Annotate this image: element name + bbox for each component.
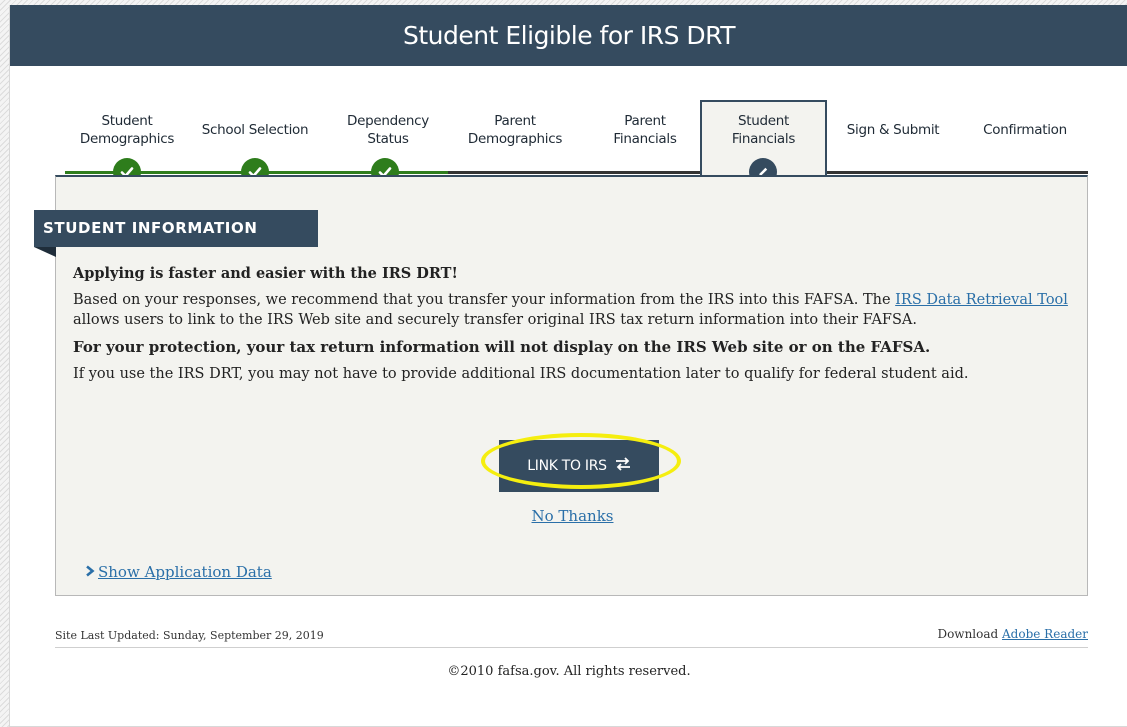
- step-label-line2: Demographics: [79, 131, 175, 147]
- footer: Site Last Updated: Sunday, September 29,…: [55, 627, 1088, 648]
- message-body-text-cont: allows users to link to the IRS Web site…: [73, 312, 918, 328]
- step-sign-submit[interactable]: Sign & Submit: [833, 100, 953, 178]
- student-information-panel: STUDENT INFORMATION Applying is faster a…: [34, 175, 1089, 596]
- step-parent-demographics[interactable]: Parent Demographics: [450, 100, 580, 178]
- documentation-notice: If you use the IRS DRT, you may not have…: [73, 366, 969, 382]
- link-to-irs-label: LINK TO IRS: [527, 458, 607, 474]
- message-heading: Applying is faster and easier with the I…: [73, 265, 458, 282]
- step-parent-financials[interactable]: Parent Financials: [580, 100, 710, 178]
- link-to-irs-button[interactable]: LINK TO IRS: [499, 440, 659, 492]
- irs-drt-message: Applying is faster and easier with the I…: [73, 264, 1073, 391]
- no-thanks-link[interactable]: No Thanks: [532, 507, 614, 525]
- show-application-data[interactable]: Show Application Data: [84, 563, 272, 581]
- show-application-data-link[interactable]: Show Application Data: [98, 563, 272, 581]
- left-margin-pattern: [0, 0, 9, 727]
- step-label-line1: Sign & Submit: [846, 122, 940, 138]
- step-label-line1: Confirmation: [983, 122, 1067, 138]
- section-title: STUDENT INFORMATION: [34, 210, 318, 247]
- step-label-line1: School Selection: [201, 122, 309, 138]
- copyright: ©2010 fafsa.gov. All rights reserved.: [447, 664, 691, 679]
- section-tab-fold: [34, 247, 56, 257]
- no-thanks-wrap: No Thanks: [56, 507, 1089, 525]
- page-title: Student Eligible for IRS DRT: [10, 5, 1127, 66]
- step-label-line1: Student: [101, 113, 153, 129]
- step-label-line1: Student: [737, 113, 790, 129]
- step-label-line2: Financials: [613, 131, 677, 147]
- step-label-line1: Parent: [624, 113, 666, 129]
- step-label-line1: Dependency: [347, 113, 429, 129]
- irs-data-retrieval-tool-link[interactable]: IRS Data Retrieval Tool: [895, 292, 1068, 308]
- message-body: Based on your responses, we recommend th…: [73, 290, 1073, 330]
- transfer-arrows-icon: [615, 457, 631, 475]
- download-reader: Download Adobe Reader: [937, 627, 1088, 641]
- step-label-line2: Status: [367, 131, 409, 147]
- step-label-line1: Parent: [494, 113, 536, 129]
- step-label-line2: Financials: [731, 131, 796, 147]
- protection-notice: For your protection, your tax return inf…: [73, 338, 931, 356]
- site-last-updated: Site Last Updated: Sunday, September 29,…: [55, 629, 324, 642]
- chevron-right-icon: [84, 563, 96, 581]
- download-prefix: Download: [937, 627, 1003, 641]
- message-body-text: Based on your responses, we recommend th…: [73, 292, 896, 308]
- step-confirmation[interactable]: Confirmation: [965, 100, 1085, 178]
- progress-steps: Student Demographics School Selection De…: [55, 100, 1088, 186]
- step-label-line2: Demographics: [467, 131, 563, 147]
- page: Student Eligible for IRS DRT Student Dem…: [9, 5, 1127, 727]
- adobe-reader-link[interactable]: Adobe Reader: [1002, 627, 1088, 641]
